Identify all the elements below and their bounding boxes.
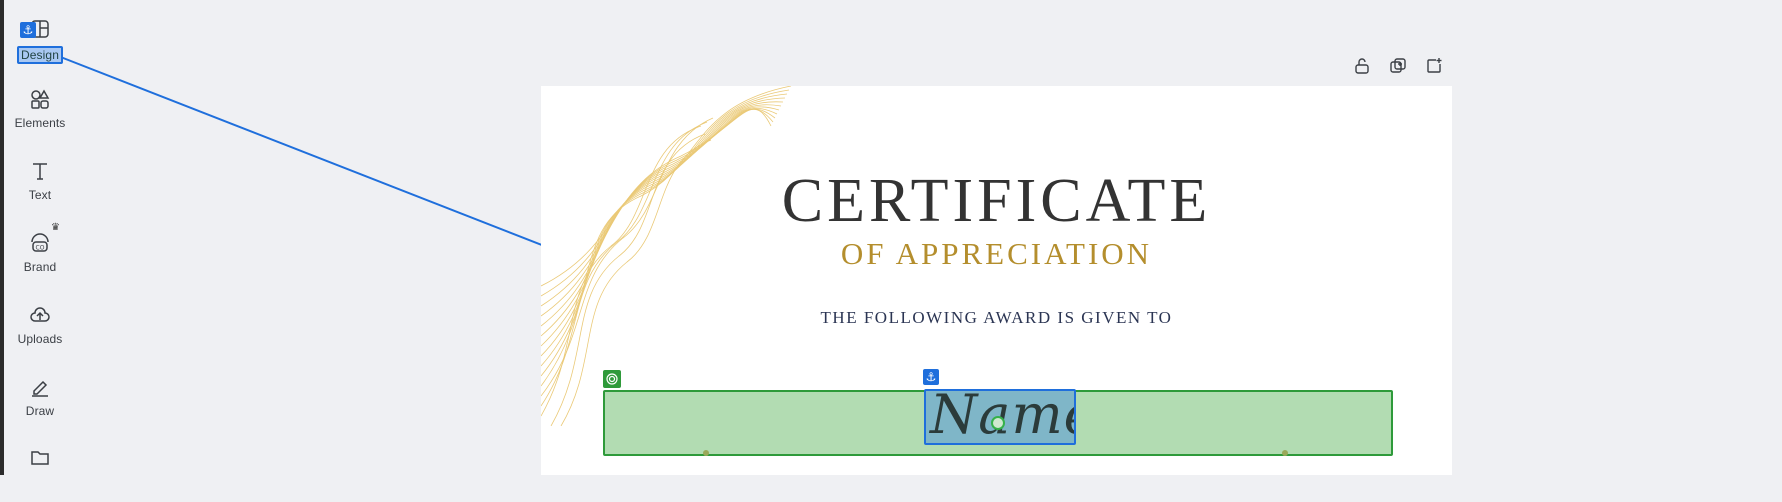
sidebar-item-label: Draw — [25, 404, 55, 418]
folder-icon — [27, 444, 53, 470]
sidebar-item-label: Elements — [14, 116, 66, 130]
rotation-handle[interactable] — [991, 416, 1005, 430]
draw-icon — [27, 374, 53, 400]
uploads-icon — [27, 302, 53, 328]
resize-handle[interactable] — [703, 450, 709, 456]
sidebar-item-text[interactable]: Text — [4, 154, 76, 216]
group-target-icon[interactable] — [603, 370, 621, 388]
certificate-title[interactable]: CERTIFICATE — [541, 166, 1452, 237]
duplicate-page-icon[interactable] — [1388, 56, 1408, 76]
brand-icon: CO — [27, 230, 53, 256]
anchor-icon[interactable]: ⚓ — [923, 369, 939, 385]
crown-icon: ♛ — [51, 222, 60, 233]
sidebar-item-uploads[interactable]: Uploads — [4, 298, 76, 360]
award-line-text[interactable]: THE FOLLOWING AWARD IS GIVEN TO — [541, 308, 1452, 328]
sidebar-item-label: Uploads — [17, 332, 63, 346]
lock-icon[interactable] — [1352, 56, 1372, 76]
anchor-icon[interactable]: ⚓ — [20, 22, 36, 38]
page-toolbar — [1352, 56, 1444, 76]
svg-text:CO: CO — [36, 245, 45, 252]
elements-icon — [27, 86, 53, 112]
sidebar-item-label: Design — [17, 46, 63, 64]
sidebar-item-design[interactable]: Design — [4, 12, 76, 74]
resize-handle[interactable] — [1282, 450, 1288, 456]
certificate-subtitle[interactable]: OF APPRECIATION — [541, 236, 1452, 272]
sidebar-item-projects[interactable] — [4, 440, 76, 502]
sidebar-item-elements[interactable]: Elements — [4, 82, 76, 144]
sidebar-item-label: Text — [28, 188, 52, 202]
add-page-icon[interactable] — [1424, 56, 1444, 76]
sidebar-item-draw[interactable]: Draw — [4, 370, 76, 432]
sidebar: Design ⚓ Elements Text CO Brand ♛ Upload… — [4, 0, 76, 475]
sidebar-item-label: Brand — [23, 260, 57, 274]
sidebar-item-brand[interactable]: CO Brand — [4, 226, 76, 288]
recipient-name[interactable]: Name — [930, 391, 1074, 443]
text-icon — [27, 158, 53, 184]
